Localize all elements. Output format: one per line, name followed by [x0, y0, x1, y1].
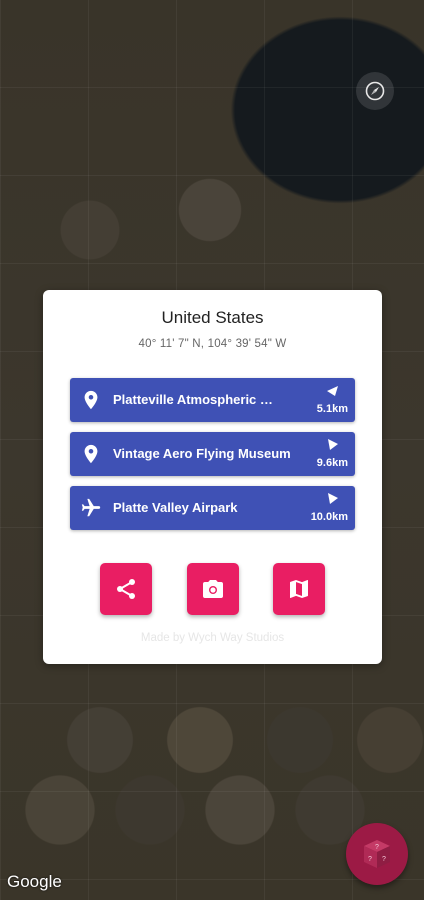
- place-name: Platteville Atmospheric …: [113, 392, 273, 407]
- share-button[interactable]: [100, 563, 152, 615]
- location-pin-icon: [84, 390, 98, 410]
- compass-icon[interactable]: [356, 72, 394, 110]
- direction-arrow-icon: [328, 439, 338, 450]
- place-item-2[interactable]: Vintage Aero Flying Museum 9.6km: [70, 432, 355, 476]
- place-item-3[interactable]: Platte Valley Airpark 10.0km: [70, 486, 355, 530]
- location-info-card: United States 40° 11' 7" N, 104° 39' 54"…: [43, 290, 382, 664]
- camera-icon: [203, 580, 223, 598]
- google-logo: Google: [7, 872, 62, 891]
- place-distance: 9.6km: [316, 457, 348, 469]
- place-name: Platte Valley Airpark: [113, 500, 238, 515]
- airplane-icon: [81, 498, 101, 517]
- place-distance: 10.0km: [310, 511, 348, 523]
- country-title: United States: [161, 308, 264, 327]
- place-item-1[interactable]: Platteville Atmospheric … 5.1km: [70, 378, 355, 422]
- direction-arrow-icon: [327, 386, 338, 396]
- random-location-button[interactable]: ? ? ?: [346, 823, 408, 885]
- place-name: Vintage Aero Flying Museum: [113, 446, 291, 461]
- svg-text:?: ?: [368, 856, 372, 863]
- credit-text: Made by Wych Way Studios: [140, 632, 285, 644]
- place-distance: 5.1km: [316, 403, 348, 415]
- map-icon: [290, 580, 308, 598]
- svg-text:?: ?: [382, 856, 386, 863]
- camera-button[interactable]: [187, 563, 239, 615]
- direction-arrow-icon: [328, 493, 338, 504]
- map-button[interactable]: [273, 563, 325, 615]
- dice-icon: ? ? ?: [364, 840, 390, 868]
- coordinates-text: 40° 11' 7" N, 104° 39' 54" W: [138, 338, 287, 350]
- svg-text:?: ?: [375, 844, 379, 851]
- share-icon: [117, 579, 135, 599]
- location-pin-icon: [84, 444, 98, 464]
